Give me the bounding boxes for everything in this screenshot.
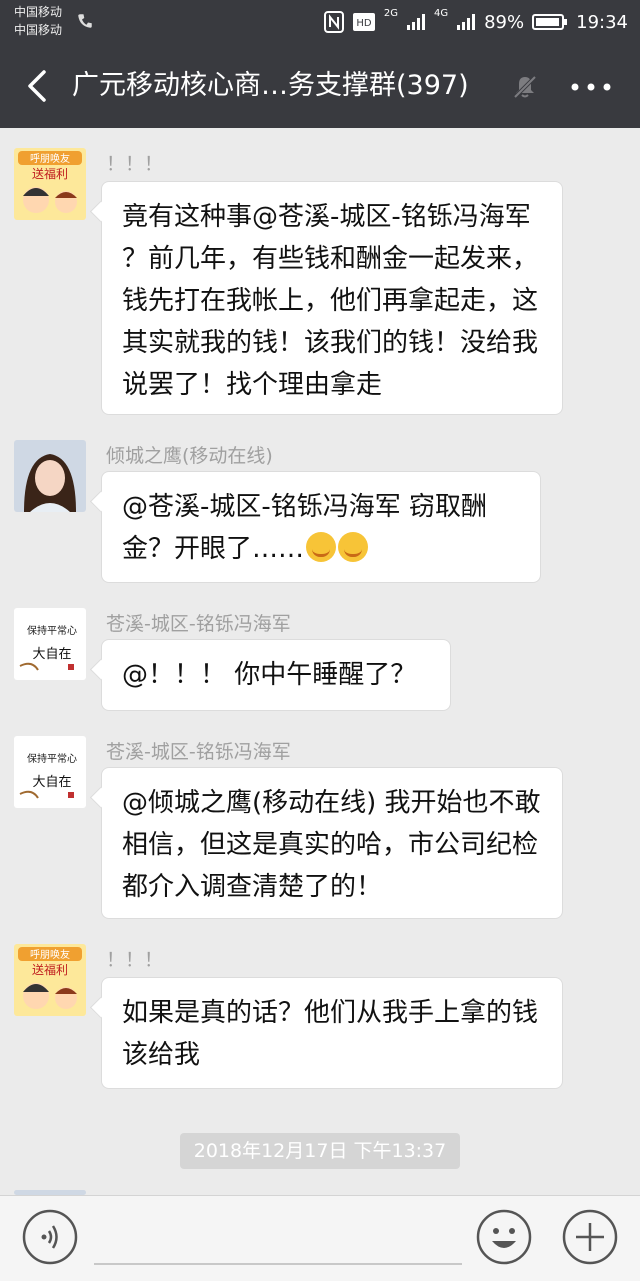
sender-name: 倾城之鹰(移动在线) <box>106 445 273 467</box>
hd-icon: HD <box>352 13 375 31</box>
message-text: @！！！ 你中午睡醒了？ <box>122 660 417 690</box>
calligraphy-avatar-icon: 保持平常心 大自在 <box>14 608 86 680</box>
message-bubble[interactable]: @倾城之鹰(移动在线) 我开始也不敢相信，但这是真实的哈，市公司纪检都介入调查清… <box>102 768 562 918</box>
signal-icon-2 <box>457 14 476 30</box>
timestamp: 2018年12月17日 下午13:37 <box>180 1133 460 1169</box>
avatar-calligraphy-2: 大自在 <box>32 647 71 662</box>
message-text: 如果是真的话？他们从我手上拿的钱该给我 <box>122 998 539 1070</box>
more-functions-button[interactable] <box>562 1209 618 1265</box>
profile-photo-icon <box>14 440 86 512</box>
chat-title: 广元移动核心商…务支撑群(397) <box>72 70 469 101</box>
message-bubble[interactable]: 如果是真的话？他们从我手上拿的钱该给我 <box>102 978 562 1088</box>
sticker-avatar-icon: 呼朋唤友 送福利 <box>14 148 86 220</box>
avatar-sticker-bottom: 送福利 <box>32 166 68 181</box>
battery-percent: 89% <box>484 11 525 33</box>
status-bar: 中国移动 中国移动 HD 2G 4G 89% 19:34 <box>0 0 640 44</box>
call-icon <box>78 14 92 28</box>
sender-name: ！！！ <box>106 153 164 175</box>
message-bubble[interactable]: @！！！ 你中午睡醒了？ <box>102 640 450 710</box>
sender-name: 苍溪-城区-铭铄冯海军 <box>106 741 291 763</box>
sender-name: 苍溪-城区-铭铄冯海军 <box>106 613 291 635</box>
avatar[interactable]: 保持平常心 大自在 <box>14 736 86 808</box>
carrier-label-2: 中国移动 <box>14 23 63 37</box>
network-type-2: 4G <box>433 8 449 19</box>
message-bubble[interactable]: @苍溪-城区-铭铄冯海军 窃取酬金？开眼了…… <box>102 472 540 582</box>
message-text: @倾城之鹰(移动在线) 我开始也不敢相信，但这是真实的哈，市公司纪检都介入调查清… <box>122 788 541 902</box>
message-text: 竟有这种事@苍溪-城区-铭铄冯海军 ？前几年，有些钱和酬金一起发来，钱先打在我帐… <box>122 202 539 400</box>
more-options-button[interactable] <box>566 74 616 100</box>
smirk-emoji-icon <box>338 532 369 562</box>
avatar-sticker-top: 呼朋唤友 <box>30 152 70 165</box>
back-button[interactable] <box>18 66 58 106</box>
network-type-1: 2G <box>383 8 398 19</box>
message-list[interactable]: 呼朋唤友 送福利 ！！！ 竟有这种事@苍溪-城区-铭铄冯海军 ？前几年，有些钱和… <box>0 128 640 1195</box>
voice-input-button[interactable] <box>22 1209 78 1265</box>
avatar-sticker-top: 呼朋唤友 <box>30 948 70 961</box>
avatar[interactable]: 呼朋唤友 送福利 <box>14 944 86 1016</box>
mute-bell-icon <box>513 75 537 99</box>
signal-icon-1 <box>406 14 425 30</box>
clock: 19:34 <box>576 11 628 33</box>
sticker-avatar-icon: 呼朋唤友 送福利 <box>14 944 86 1016</box>
avatar-calligraphy-1: 保持平常心 <box>27 752 77 765</box>
carrier-label-1: 中国移动 <box>14 5 63 19</box>
avatar-calligraphy-2: 大自在 <box>32 775 71 790</box>
smirk-emoji-icon <box>306 532 337 562</box>
sender-name: ！！！ <box>106 949 164 971</box>
avatar[interactable]: 保持平常心 大自在 <box>14 608 86 680</box>
battery-icon <box>532 14 568 30</box>
svg-text:HD: HD <box>356 18 372 29</box>
emoji-button[interactable] <box>476 1209 532 1265</box>
message-bubble[interactable]: 竟有这种事@苍溪-城区-铭铄冯海军 ？前几年，有些钱和酬金一起发来，钱先打在我帐… <box>102 182 562 414</box>
message-text: @苍溪-城区-铭铄冯海军 窃取酬金？开眼了…… <box>122 492 488 564</box>
message-input[interactable] <box>94 1263 462 1265</box>
chat-header: 广元移动核心商…务支撑群(397) <box>0 44 640 128</box>
avatar-calligraphy-1: 保持平常心 <box>27 624 77 637</box>
avatar[interactable]: 呼朋唤友 送福利 <box>14 148 86 220</box>
avatar[interactable] <box>14 440 86 512</box>
calligraphy-avatar-icon: 保持平常心 大自在 <box>14 736 86 808</box>
avatar-sticker-bottom: 送福利 <box>32 962 68 977</box>
nfc-icon <box>323 11 344 33</box>
input-bar <box>0 1195 640 1281</box>
